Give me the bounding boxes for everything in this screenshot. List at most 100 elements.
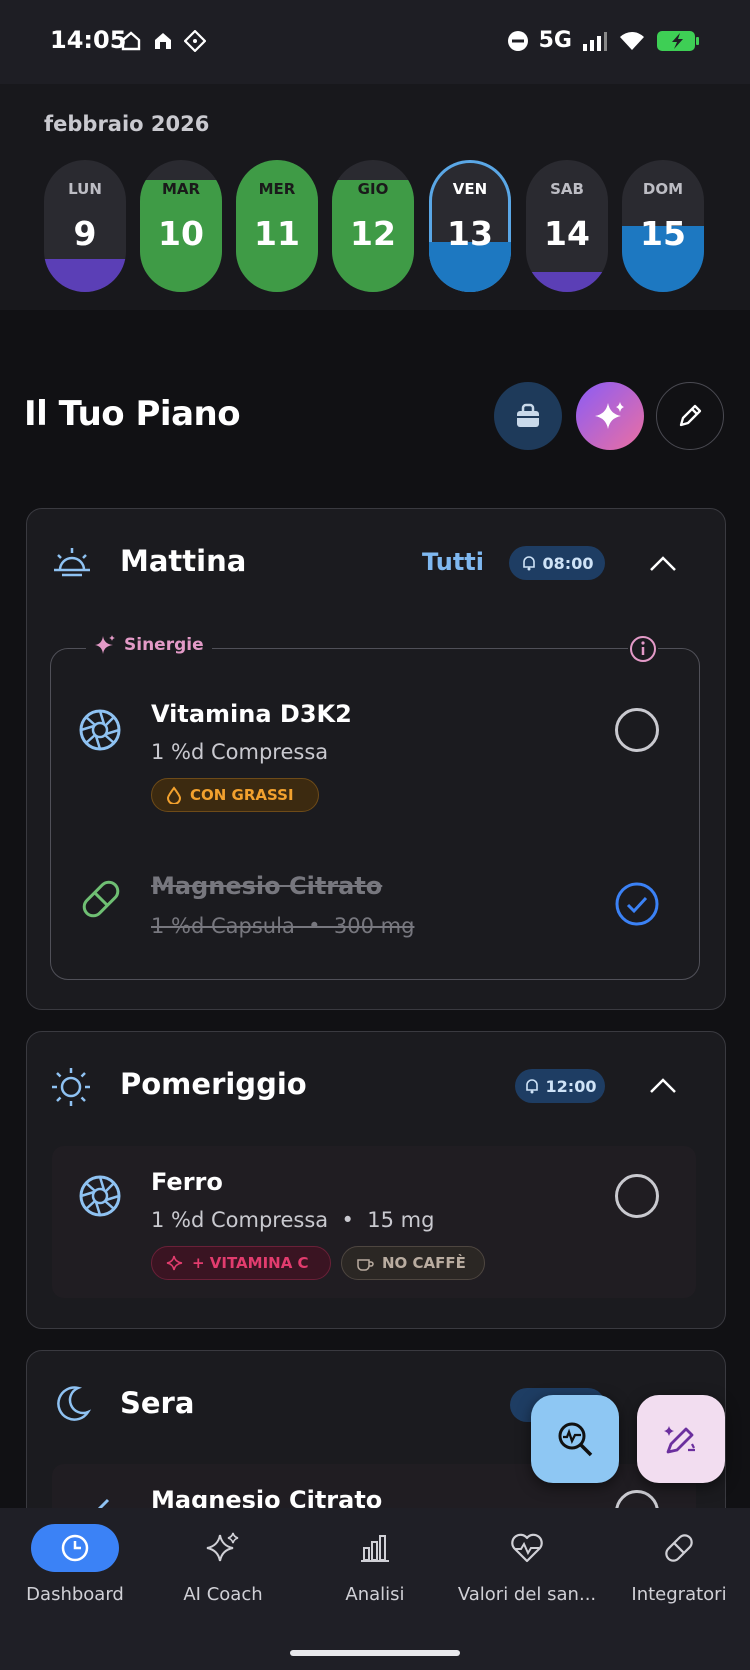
- sun-icon: [52, 1068, 90, 1106]
- day-pill[interactable]: LUN 9: [44, 160, 126, 292]
- day-number: 14: [544, 214, 590, 253]
- chevron-up-icon[interactable]: [648, 550, 678, 578]
- home-indicator[interactable]: [290, 1650, 460, 1656]
- tag-with-fats: CON GRASSI: [151, 778, 319, 812]
- nav-dashboard[interactable]: Dashboard: [0, 1524, 150, 1614]
- day-name: LUN: [68, 180, 102, 198]
- synergy-info-button[interactable]: [628, 634, 658, 664]
- edit-plan-button[interactable]: [656, 382, 724, 450]
- bell-icon: [525, 1079, 538, 1094]
- nav-analisi[interactable]: Analisi: [300, 1524, 450, 1614]
- network-type: 5G: [538, 28, 572, 53]
- clock-icon: [61, 1534, 89, 1562]
- day-number: 10: [158, 214, 204, 253]
- alarm-time: 08:00: [542, 553, 594, 573]
- day-number: 13: [447, 214, 493, 253]
- nav-ai-coach[interactable]: AI Coach: [148, 1524, 298, 1614]
- select-all-button[interactable]: Tutti: [422, 548, 484, 576]
- day-progress-fill: [526, 272, 608, 292]
- nav-label: Analisi: [345, 1584, 405, 1605]
- day-number: 9: [73, 214, 97, 253]
- alarm-badge-morning[interactable]: 08:00: [509, 546, 605, 580]
- battery-icon: [657, 30, 699, 51]
- supplement-dose: 1 %d Capsula • 300 mg: [151, 914, 415, 938]
- home-alt-icon: [155, 33, 171, 49]
- alarm-badge-afternoon[interactable]: 12:00: [515, 1069, 605, 1103]
- checkbox-ferro[interactable]: [615, 1174, 659, 1218]
- add-supplement-fab[interactable]: [637, 1395, 725, 1483]
- nav-label: Integratori: [631, 1584, 727, 1605]
- section-title-evening: Sera: [120, 1386, 195, 1420]
- day-progress-fill: [44, 259, 126, 292]
- day-name: MER: [258, 180, 296, 198]
- pill-icon: [665, 1534, 693, 1562]
- checkbox-magnesio-checked[interactable]: [615, 882, 659, 926]
- nav-icon-wrap: [483, 1524, 571, 1572]
- status-notification-icons: [120, 30, 206, 52]
- day-pill[interactable]: MER 11: [236, 160, 318, 292]
- analyze-fab[interactable]: [531, 1395, 619, 1483]
- day-name: MAR: [161, 180, 201, 198]
- section-title-morning: Mattina: [120, 544, 247, 578]
- section-title-afternoon: Pomeriggio: [120, 1067, 307, 1101]
- alarm-time: 12:00: [545, 1076, 597, 1096]
- tablet-icon: [79, 1175, 121, 1217]
- day-name: GIO: [357, 180, 389, 198]
- heart-pulse-icon: [511, 1533, 543, 1563]
- info-icon: [630, 636, 656, 662]
- day-name: VEN: [452, 180, 488, 198]
- nav-icon-wrap: [179, 1524, 267, 1572]
- pencil-icon: [679, 404, 702, 427]
- nav-label: AI Coach: [183, 1584, 263, 1605]
- sparkle-icon: [95, 635, 115, 654]
- nav-icon-wrap: [635, 1524, 723, 1572]
- search-pulse-icon: [558, 1422, 593, 1457]
- nav-icon-wrap: [31, 1524, 119, 1572]
- synergy-label: Sinergie: [86, 634, 212, 656]
- status-right: 5G: [507, 28, 702, 53]
- ai-suggest-button[interactable]: [576, 382, 644, 450]
- dnd-icon: [507, 30, 528, 51]
- status-time: 14:05: [50, 26, 127, 54]
- supplement-name: Ferro: [151, 1168, 223, 1196]
- magic-pencil-icon: [664, 1426, 695, 1454]
- supplement-dose: 1 %d Compressa • 15 mg: [151, 1208, 435, 1232]
- supplement-name: Vitamina D3K2: [151, 700, 352, 728]
- day-number: 15: [640, 214, 686, 253]
- drop-icon: [166, 786, 182, 804]
- day-pill[interactable]: DOM 15: [622, 160, 704, 292]
- checkbox-vitamina-d3k2[interactable]: [615, 708, 659, 752]
- nav-integratori[interactable]: Integratori: [604, 1524, 750, 1614]
- home-icon: [121, 31, 141, 51]
- sparkle-icon: [166, 1255, 183, 1271]
- month-label: febbraio 2026: [44, 112, 210, 136]
- day-name: DOM: [642, 180, 684, 198]
- nav-icon-wrap: [331, 1524, 419, 1572]
- supplement-dose: 1 %d Compressa: [151, 740, 329, 764]
- nav-label: Dashboard: [26, 1584, 124, 1605]
- day-name: SAB: [550, 180, 584, 198]
- chevron-up-icon[interactable]: [648, 1072, 678, 1100]
- shop-button[interactable]: [494, 382, 562, 450]
- coffee-icon: [357, 1259, 374, 1271]
- moon-icon: [57, 1386, 92, 1421]
- day-pill[interactable]: GIO 12: [332, 160, 414, 292]
- wifi-icon: [620, 31, 644, 50]
- nav-label: Valori del san...: [457, 1584, 597, 1605]
- day-pill[interactable]: SAB 14: [526, 160, 608, 292]
- day-pill[interactable]: VEN 13: [429, 160, 511, 292]
- status-bar: 14:05 5G: [0, 0, 750, 84]
- bag-icon: [517, 403, 539, 427]
- sparkle-icon: [595, 402, 624, 429]
- tag-vitamin-c: + VITAMINA C: [151, 1246, 331, 1280]
- supplement-name: Magnesio Citrato: [151, 872, 383, 900]
- sunrise-icon: [54, 548, 90, 577]
- signal-icon: [583, 31, 607, 51]
- nav-valori[interactable]: Valori del san...: [452, 1524, 602, 1614]
- tablet-icon: [79, 709, 121, 751]
- capsule-icon: [82, 880, 120, 918]
- tag-no-coffee: NO CAFFÈ: [341, 1246, 485, 1280]
- sparkle-icon: [206, 1532, 239, 1562]
- check-circle-icon: [615, 882, 659, 926]
- day-pill[interactable]: MAR 10: [140, 160, 222, 292]
